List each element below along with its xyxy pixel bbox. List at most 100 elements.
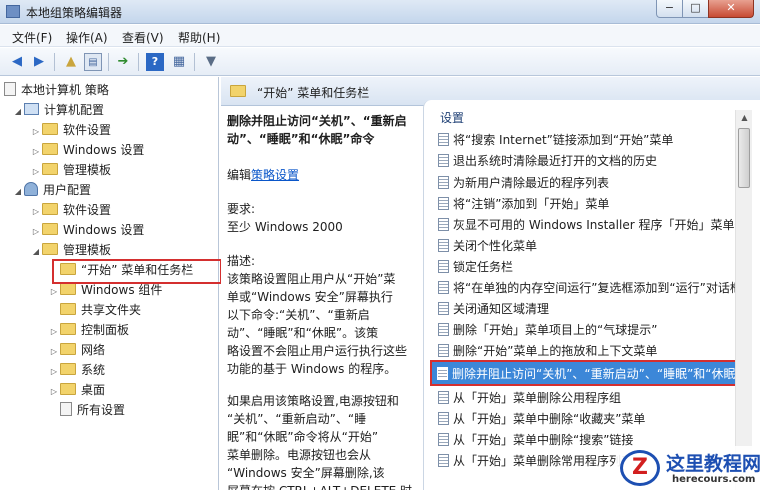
expand-arrow-icon[interactable]: ▷ bbox=[30, 142, 42, 162]
tree-node-computer-windows[interactable]: ▷ Windows 设置 bbox=[30, 140, 144, 160]
expand-arrow-icon[interactable]: ▷ bbox=[48, 282, 60, 302]
expand-arrow-icon[interactable]: ▷ bbox=[48, 382, 60, 402]
back-arrow-icon[interactable]: ◀ bbox=[8, 53, 26, 71]
folder-icon bbox=[60, 323, 76, 335]
expand-arrow-icon[interactable]: ▷ bbox=[30, 122, 42, 142]
export-list-icon[interactable]: ➔ bbox=[114, 53, 132, 71]
folder-icon bbox=[42, 223, 58, 235]
list-item[interactable]: 删除「开始」菜单项目上的“气球提示” bbox=[438, 320, 743, 341]
tree-node-computer-config[interactable]: ◢ 计算机配置 bbox=[12, 100, 104, 120]
tree-node-shared-folders[interactable]: 共享文件夹 bbox=[48, 300, 141, 320]
settings-list: 设置 将“搜索 Internet”链接添加到“开始”菜单 退出系统时清除最近打开… bbox=[423, 100, 760, 490]
list-item[interactable]: 将“注销”添加到「开始」菜单 bbox=[438, 194, 743, 215]
tree-label: 网络 bbox=[81, 343, 106, 357]
policy-setting-icon bbox=[438, 433, 449, 446]
folder-icon bbox=[42, 203, 58, 215]
menu-file[interactable]: 文件(F) bbox=[12, 29, 52, 46]
policy-setting-icon bbox=[438, 454, 449, 467]
tree-node-computer-software[interactable]: ▷ 软件设置 bbox=[30, 120, 111, 140]
watermark-name: 这里教程网 bbox=[666, 453, 760, 475]
minimize-button[interactable]: − bbox=[656, 0, 683, 18]
watermark: Z 这里教程网 herecours.com bbox=[616, 446, 760, 490]
toolbar: ◀ ▶ ▲ ▤ ➔ ? ▦ ▼ bbox=[0, 48, 760, 76]
scroll-up-arrow-icon[interactable]: ▲ bbox=[736, 110, 753, 126]
close-button[interactable]: ✕ bbox=[708, 0, 754, 18]
toolbar-separator bbox=[138, 53, 139, 71]
menu-view[interactable]: 查看(V) bbox=[122, 29, 164, 46]
list-item[interactable]: 关闭个性化菜单 bbox=[438, 236, 743, 257]
maximize-button[interactable]: □ bbox=[682, 0, 709, 18]
tree-label: Windows 设置 bbox=[63, 223, 145, 237]
tree-node-control-panel[interactable]: ▷ 控制面板 bbox=[48, 320, 129, 340]
edit-policy-link[interactable]: 策略设置 bbox=[251, 168, 299, 182]
selected-list-item[interactable]: 删除并阻止访问“关机”、“重新启动”、“睡眠”和“休眠”命令 bbox=[430, 360, 760, 386]
tree-label: 软件设置 bbox=[63, 123, 112, 137]
tree-node-all-settings[interactable]: 所有设置 bbox=[48, 400, 125, 420]
tree-node-local-policy[interactable]: 本地计算机 策略 bbox=[4, 80, 109, 100]
tree-node-user-config[interactable]: ◢ 用户配置 bbox=[12, 180, 91, 200]
forward-arrow-icon[interactable]: ▶ bbox=[30, 53, 48, 71]
list-item[interactable]: 关闭通知区域清理 bbox=[438, 299, 743, 320]
list-item[interactable]: 退出系统时清除最近打开的文档的历史 bbox=[438, 151, 743, 172]
tree-label: 共享文件夹 bbox=[81, 303, 142, 317]
help-icon[interactable]: ? bbox=[146, 53, 164, 71]
expand-arrow-icon[interactable]: ▷ bbox=[30, 222, 42, 242]
expand-arrow-icon[interactable]: ▷ bbox=[48, 322, 60, 342]
up-folder-icon[interactable]: ▲ bbox=[62, 53, 80, 71]
policy-setting-icon bbox=[438, 412, 449, 425]
description-text: 该策略设置阻止用户从“开始”菜 bbox=[227, 272, 396, 286]
tree-node-desktop[interactable]: ▷ 桌面 bbox=[48, 380, 105, 400]
list-scrollbar[interactable]: ▲ bbox=[735, 110, 752, 490]
tree-label: Windows 组件 bbox=[81, 283, 163, 297]
policy-setting-icon bbox=[438, 154, 449, 167]
description-text: 单或“Windows 安全”屏幕执行 bbox=[227, 290, 393, 304]
list-item[interactable]: 从「开始」菜单中删除“收藏夹”菜单 bbox=[438, 409, 743, 430]
description-pane: 删除并阻止访问“关机”、“重新启 动”、“睡眠”和“休眠”命令 编辑策略设置 要… bbox=[221, 107, 429, 490]
expand-arrow-icon[interactable]: ▷ bbox=[30, 162, 42, 182]
filter-icon[interactable]: ▼ bbox=[202, 53, 220, 71]
setting-title: 删除并阻止访问“关机”、“重新启 bbox=[227, 114, 407, 128]
tree-node-computer-admin[interactable]: ▷ 管理模板 bbox=[30, 160, 111, 180]
list-item[interactable]: 删除“开始”菜单上的拖放和上下文菜单 bbox=[438, 341, 743, 362]
list-item[interactable]: 锁定任务栏 bbox=[438, 257, 743, 278]
column-header-setting[interactable]: 设置 bbox=[440, 109, 464, 126]
list-item[interactable]: 灰显不可用的 Windows Installer 程序「开始」菜单快捷方式 bbox=[438, 215, 743, 236]
list-item[interactable]: 从「开始」菜单删除公用程序组 bbox=[438, 388, 743, 409]
users-icon bbox=[24, 182, 38, 196]
tree-node-user-software[interactable]: ▷ 软件设置 bbox=[30, 200, 111, 220]
description-text: 以下命令:“关机”、“重新启 bbox=[227, 308, 370, 322]
expand-arrow-icon[interactable]: ▷ bbox=[48, 342, 60, 362]
policy-setting-icon bbox=[438, 218, 449, 231]
tree-node-user-windows[interactable]: ▷ Windows 设置 bbox=[30, 220, 144, 240]
show-hide-tree-icon[interactable]: ▤ bbox=[84, 53, 102, 71]
list-item[interactable]: 将“在单独的内存空间运行”复选框添加到“运行”对话框 bbox=[438, 278, 743, 299]
menu-action[interactable]: 操作(A) bbox=[66, 29, 108, 46]
expand-arrow-icon[interactable]: ▷ bbox=[48, 362, 60, 382]
list-item[interactable]: 将“搜索 Internet”链接添加到“开始”菜单 bbox=[438, 130, 743, 151]
tree-node-user-admin[interactable]: ◢ 管理模板 bbox=[30, 240, 111, 260]
requirement-label: 要求: bbox=[227, 202, 256, 216]
tree-label: 桌面 bbox=[81, 383, 106, 397]
collapse-arrow-icon[interactable]: ◢ bbox=[30, 242, 42, 262]
expand-arrow-icon[interactable]: ▷ bbox=[30, 202, 42, 222]
tree-label: 系统 bbox=[81, 363, 106, 377]
collapse-arrow-icon[interactable]: ◢ bbox=[12, 182, 24, 202]
description-text: 屏幕在按 CTRL+ALT+DELETE 时 bbox=[227, 481, 412, 490]
description-label: 描述: bbox=[227, 254, 256, 268]
tree-node-system[interactable]: ▷ 系统 bbox=[48, 360, 105, 380]
description-text: “关机”、“重新启动”、“睡 bbox=[227, 412, 367, 426]
description-text: 菜单删除。电源按钮也会从 bbox=[227, 448, 372, 462]
properties-icon[interactable]: ▦ bbox=[170, 53, 188, 71]
tree-node-network[interactable]: ▷ 网络 bbox=[48, 340, 105, 360]
policy-setting-icon bbox=[438, 302, 449, 315]
collapse-arrow-icon[interactable]: ◢ bbox=[12, 102, 24, 122]
list-item[interactable]: 为新用户清除最近的程序列表 bbox=[438, 173, 743, 194]
tree-label: 用户配置 bbox=[43, 183, 92, 197]
menu-help[interactable]: 帮助(H) bbox=[178, 29, 220, 46]
scroll-thumb[interactable] bbox=[738, 128, 750, 188]
policy-setting-icon bbox=[438, 323, 449, 336]
tree-label: 软件设置 bbox=[63, 203, 112, 217]
folder-icon bbox=[60, 303, 76, 315]
description-text: 动”、“睡眠”和“休眠”。该策 bbox=[227, 326, 379, 340]
tree-label: 所有设置 bbox=[77, 403, 126, 417]
